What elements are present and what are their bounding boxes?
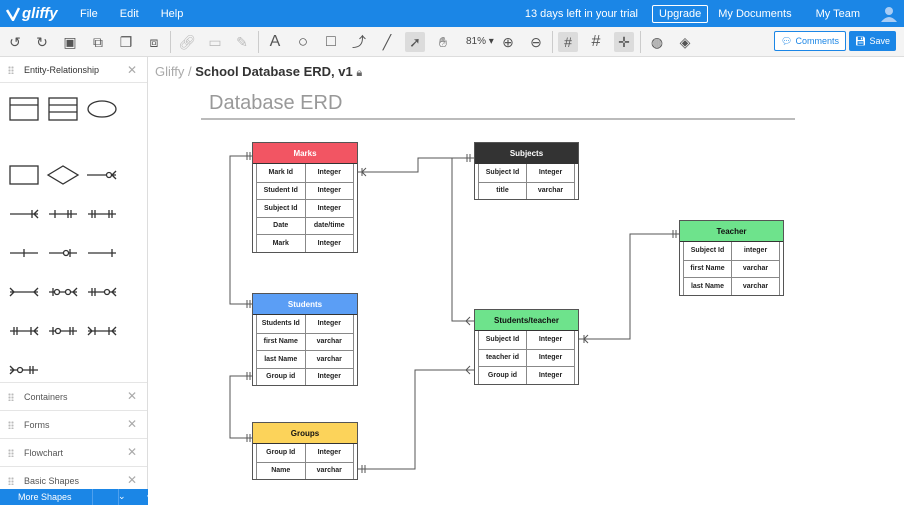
field-type: varchar: [316, 338, 342, 346]
field-name: Mark: [257, 235, 306, 252]
field-name: title: [479, 182, 527, 199]
entity-field-row[interactable]: Group id Integer: [257, 367, 353, 385]
field-name: Group Id: [257, 444, 306, 462]
field-type: Integer: [538, 371, 563, 379]
field-type: date/time: [313, 222, 345, 230]
entity-field-row[interactable]: Student Id Integer: [257, 181, 353, 199]
entity-field-row[interactable]: title varchar: [479, 181, 574, 199]
entity-fields: Students Id Integer first Name varchar last …: [256, 315, 354, 385]
entity-field-row[interactable]: Subject Id Integer: [257, 199, 353, 217]
field-type: varchar: [537, 187, 564, 195]
field-type: Integer: [317, 187, 341, 195]
entity-fields: Subject Id Integer teacher id Integer Group …: [478, 331, 575, 384]
field-type: varchar: [742, 282, 769, 290]
entity-field-row[interactable]: Date date/time: [257, 216, 353, 234]
field-name: first Name: [684, 260, 732, 277]
entity-field-row[interactable]: Students Id Integer: [257, 315, 353, 333]
entity-field-row[interactable]: first Name varchar: [257, 332, 353, 350]
connector-students-groups: [229, 375, 252, 439]
connector-groups-studentsteacher: [358, 369, 474, 470]
entity-field-row[interactable]: last Name varchar: [684, 277, 779, 295]
field-name: last Name: [257, 351, 306, 368]
entity-field-row[interactable]: last Name varchar: [257, 350, 353, 368]
field-name: Subject Id: [479, 164, 527, 182]
connector-marks-students: [229, 155, 252, 305]
entity-header[interactable]: Marks: [253, 143, 357, 164]
entity-header[interactable]: Teacher: [680, 221, 783, 242]
entity-students-teacher[interactable]: Students/teacher Subject Id Integer teacher…: [474, 309, 579, 385]
field-name: Date: [257, 217, 306, 234]
entity-field-row[interactable]: Name varchar: [257, 461, 353, 479]
field-type: Integer: [317, 239, 341, 247]
entity-field-row[interactable]: Group id Integer: [479, 366, 574, 384]
field-type: Integer: [317, 373, 341, 381]
field-type: Integer: [538, 354, 563, 362]
entity-fields: Subject Id integer first Name varchar last N…: [683, 242, 780, 295]
field-name: Students Id: [257, 315, 306, 333]
field-name: Group id: [257, 368, 306, 385]
entity-field-row[interactable]: Subject Id Integer: [479, 164, 574, 182]
field-name: first Name: [257, 333, 306, 350]
entity-field-row[interactable]: Subject Id integer: [684, 242, 779, 260]
entity-header[interactable]: Students: [253, 294, 357, 315]
connector-teacher-studentsteacher: [579, 233, 679, 340]
entity-field-row[interactable]: Mark Integer: [257, 234, 353, 252]
connector-marks-subjects: [358, 157, 474, 173]
field-name: Subject Id: [684, 242, 732, 260]
entity-fields: Mark Id Integer Student Id Integer Subject I…: [256, 164, 354, 252]
field-name: Group id: [479, 367, 527, 384]
entity-header[interactable]: Students/teacher: [475, 310, 578, 331]
field-type: Integer: [317, 169, 341, 177]
entity-fields: Group Id Integer Name varchar: [256, 444, 354, 479]
field-name: teacher id: [479, 349, 527, 366]
entity-field-row[interactable]: Subject Id Integer: [479, 331, 574, 349]
entity-header[interactable]: Subjects: [475, 143, 578, 164]
entity-field-row[interactable]: Mark Id Integer: [257, 164, 353, 182]
field-name: Student Id: [257, 182, 306, 199]
entity-field-row[interactable]: first Name varchar: [684, 259, 779, 277]
entity-students[interactable]: Students Students Id Integer first Name varc…: [252, 293, 358, 386]
entity-header[interactable]: Groups: [253, 423, 357, 444]
entity-marks[interactable]: Marks Mark Id Integer Student Id Integer Subj…: [252, 142, 358, 253]
field-type: Integer: [317, 320, 341, 328]
entity-teacher[interactable]: Teacher Subject Id integer first Name varcha…: [679, 220, 784, 296]
field-type: varchar: [742, 265, 769, 273]
connector-subjects-studentsteacher: [451, 157, 474, 322]
field-name: Name: [257, 462, 306, 479]
field-type: Integer: [538, 336, 563, 344]
field-type: integer: [743, 247, 768, 255]
field-type: Integer: [317, 449, 341, 457]
entity-field-row[interactable]: Group Id Integer: [257, 444, 353, 462]
entity-fields: Subject Id Integer title varchar: [478, 164, 575, 199]
entity-field-row[interactable]: teacher id Integer: [479, 348, 574, 366]
field-type: Integer: [538, 169, 563, 177]
field-type: varchar: [316, 467, 342, 475]
field-name: Subject Id: [257, 200, 306, 217]
entity-subjects[interactable]: Subjects Subject Id Integer title varchar: [474, 142, 579, 200]
entity-groups[interactable]: Groups Group Id Integer Name varchar: [252, 422, 358, 480]
field-name: last Name: [684, 278, 732, 295]
field-name: Mark Id: [257, 164, 306, 182]
field-type: Integer: [317, 204, 341, 212]
field-name: Subject Id: [479, 331, 527, 349]
field-type: varchar: [316, 355, 342, 363]
